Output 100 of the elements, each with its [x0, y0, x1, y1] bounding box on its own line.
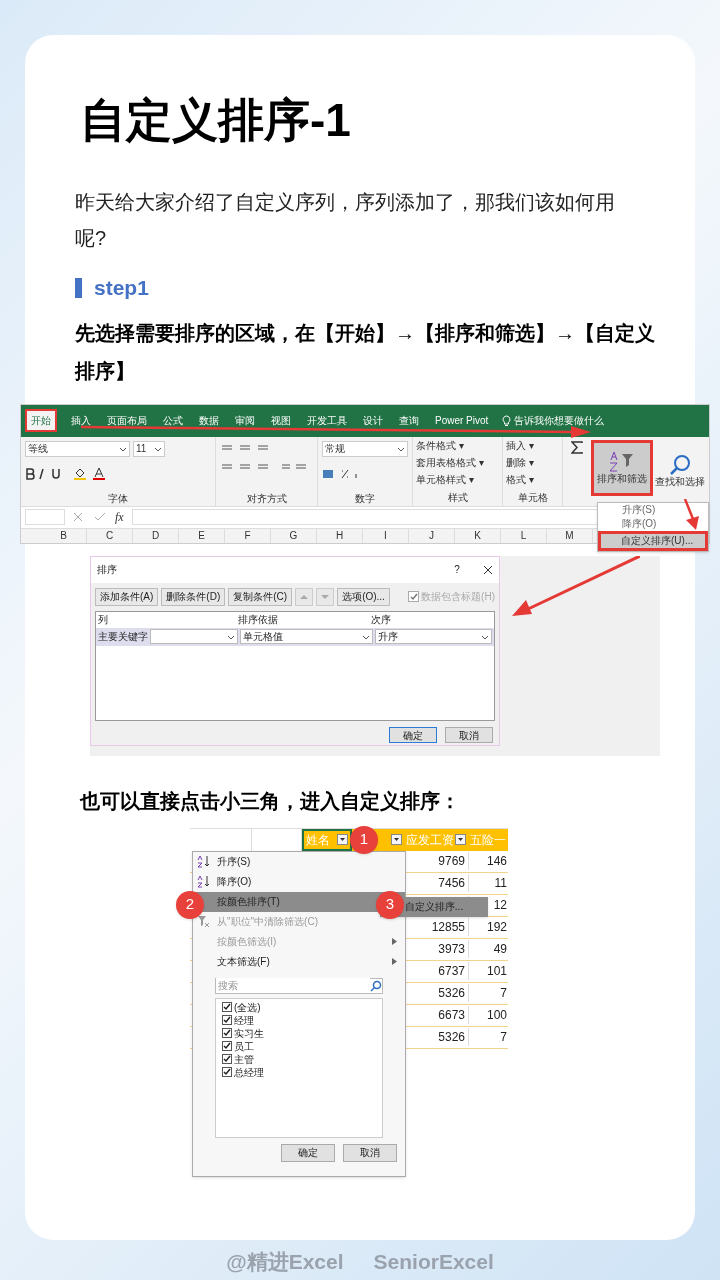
column-header: M: [547, 528, 593, 543]
lightbulb-icon: [502, 414, 512, 427]
font-name-field[interactable]: 等线: [25, 440, 130, 457]
value-checkbox[interactable]: [222, 1054, 232, 1064]
ribbon-tab[interactable]: 视图: [269, 413, 293, 428]
column-header: I: [363, 528, 409, 543]
font-size-field[interactable]: 11: [133, 440, 165, 457]
ribbon-tab[interactable]: 开发工具: [305, 413, 349, 428]
filter-dropdown-button[interactable]: [337, 834, 348, 845]
dialog-toolbar-button[interactable]: 复制条件(C): [228, 587, 293, 606]
checkbox-label: 实习生: [234, 1026, 264, 1041]
search-icon: [370, 979, 382, 992]
menu-item-label: 降序(O): [217, 875, 252, 889]
value-checkbox[interactable]: [222, 1067, 232, 1077]
submenu-arrow-icon: [392, 958, 397, 965]
filter-dropdown-button[interactable]: [455, 834, 466, 845]
dialog-toolbar-button[interactable]: 删除条件(D): [161, 587, 226, 606]
value-checkbox[interactable]: [222, 1028, 232, 1038]
tell-me-search[interactable]: 告诉我你想要做什么: [514, 413, 605, 428]
dialog-toolbar-button[interactable]: 选项(O)...: [337, 587, 390, 606]
font-color-icon[interactable]: [93, 467, 105, 480]
ribbon-tab[interactable]: 设计: [361, 413, 385, 428]
table-cell-text: 6737: [437, 963, 466, 980]
help-button[interactable]: ?: [447, 562, 467, 577]
table-cell-text: 12855: [430, 919, 466, 936]
footer-credit: @精进Excel: [226, 1249, 344, 1275]
search-field[interactable]: 搜索: [215, 977, 383, 994]
filter-dropdown-button[interactable]: [391, 834, 402, 845]
sort-filter-button[interactable]: 排序和筛选: [591, 439, 653, 496]
ribbon-tab[interactable]: 公式: [161, 413, 185, 428]
value-checkbox[interactable]: [222, 1041, 232, 1051]
checkbox-label: 经理: [234, 1013, 254, 1028]
column-heading: 列: [98, 613, 109, 627]
ribbon-tab[interactable]: 开始: [25, 409, 57, 432]
function-label[interactable]: fx: [115, 508, 124, 526]
filter-button[interactable]: 确定: [281, 1143, 335, 1162]
ribbon-tab[interactable]: 审阅: [233, 413, 257, 428]
checkbox-label: (全选): [234, 1000, 261, 1015]
style-menu-button[interactable]: 套用表格格式 ▾: [416, 455, 499, 470]
step-marker: [75, 277, 82, 298]
sort-filter-icon: [609, 450, 635, 473]
dialog-button[interactable]: 确定: [389, 726, 437, 743]
column-header: F: [225, 528, 271, 543]
checkbox-label: 员工: [234, 1039, 254, 1054]
table-cell-text: 3973: [437, 941, 466, 958]
column-heading: 次序: [371, 613, 392, 627]
table-cell: 101: [468, 962, 508, 980]
sort-menu-item[interactable]: 降序(O): [598, 516, 708, 531]
column-header: J: [409, 528, 455, 543]
dialog-toolbar-button[interactable]: 添加条件(A): [95, 587, 159, 606]
close-icon[interactable]: [483, 564, 493, 575]
style-menu-button[interactable]: 单元格样式 ▾: [416, 473, 499, 488]
fill-color-icon[interactable]: [73, 467, 87, 480]
header-cell-text: 五险一: [469, 831, 507, 849]
cells-menu-button[interactable]: 插入 ▾: [506, 438, 559, 453]
cells-menu-button[interactable]: 格式 ▾: [506, 473, 559, 488]
table-cell: 100: [468, 1006, 508, 1024]
step-instruction: 先选择需要排序的区域，在【开始】→【排序和筛选】→【自定义排序】: [75, 320, 655, 384]
value-checkbox[interactable]: [222, 1015, 232, 1025]
ribbon-tab[interactable]: 数据: [197, 413, 221, 428]
group-label: 字体: [108, 491, 128, 506]
menu-item-label: 文本筛选(F): [217, 955, 270, 969]
value-checkbox[interactable]: [222, 1002, 232, 1012]
group-label: 对齐方式: [246, 491, 287, 506]
dialog-button[interactable]: 取消: [445, 726, 493, 743]
menu-item-label: 从"职位"中清除筛选(C): [217, 915, 318, 929]
sort-on-field[interactable]: 单元格值: [240, 629, 373, 644]
filter-menu-item[interactable]: 升序(S): [193, 851, 405, 872]
table-cell-text: 5326: [437, 985, 466, 1002]
menu-item-label: 按颜色排序(T): [217, 895, 280, 909]
ribbon-tab[interactable]: 页面布局: [105, 413, 149, 428]
sort-menu-item[interactable]: 自定义排序(U)...: [598, 530, 708, 551]
order-field[interactable]: 升序: [375, 629, 492, 644]
table-cell: 7: [468, 1028, 508, 1046]
sort-key-field[interactable]: [150, 629, 238, 644]
checkbox-label: 数据包含标题(H): [421, 590, 495, 604]
checkbox-label: 主管: [234, 1052, 254, 1067]
table-cell-text: 7456: [437, 875, 466, 892]
number-format-field[interactable]: 常规: [322, 440, 408, 457]
ribbon-tab[interactable]: 插入: [69, 413, 93, 428]
column-header: B: [41, 528, 87, 543]
menu-item-label: 按颜色筛选(I): [217, 935, 277, 949]
cancel-confirm-icon: [73, 512, 107, 522]
ribbon-tab[interactable]: 查询: [397, 413, 421, 428]
page-title: 自定义排序-1: [80, 93, 352, 148]
style-menu-button[interactable]: 条件格式 ▾: [416, 438, 499, 453]
filter-menu-item[interactable]: 降序(O): [193, 871, 405, 892]
table-cell-text: 9769: [437, 853, 466, 870]
filter-button[interactable]: 取消: [343, 1143, 397, 1162]
column-header: D: [133, 528, 179, 543]
header-cell: 应发工资: [404, 830, 468, 849]
table-cell: 49: [468, 940, 508, 958]
column-header: E: [179, 528, 225, 543]
cells-menu-button[interactable]: 删除 ▾: [506, 455, 559, 470]
ribbon-tab[interactable]: Power Pivot: [433, 413, 491, 428]
group-label: 单元格: [517, 491, 548, 506]
autosum-icon[interactable]: [571, 440, 583, 454]
filter-menu-item[interactable]: 文本筛选(F): [193, 951, 405, 972]
dialog-title: 排序: [97, 563, 118, 577]
tip-text: 也可以直接点击小三角，进入自定义排序：: [80, 788, 461, 814]
